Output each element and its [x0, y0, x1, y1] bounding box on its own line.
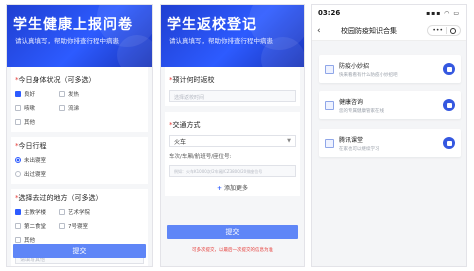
option-stayed-in[interactable]: 未出寝室	[15, 156, 59, 164]
page-title: 学生返校登记	[167, 17, 257, 33]
item-desc: 快来看看有什么防疫小妙招吧	[339, 72, 398, 78]
checkbox[interactable]	[15, 223, 21, 229]
open-button[interactable]	[443, 99, 455, 111]
warning-text: 可多次提交，以最后一次提交的信息为准	[192, 248, 273, 253]
option-fever[interactable]: 发热	[59, 90, 103, 98]
item-title: 腾讯课堂	[339, 136, 364, 144]
detail-label: 车次/车厢/航班号/座位号:	[169, 154, 232, 160]
list-item[interactable]: 健康咨询 您的专属健康管家在线	[319, 91, 461, 119]
close-target-icon[interactable]	[450, 27, 456, 34]
health-form-panel: 学生健康上报问卷 请认真填写，帮助你排查行程中病患 *今日身体状况（可多选） 良…	[6, 4, 153, 267]
question-title: *今日身体状况（可多选）	[15, 76, 96, 84]
class-icon	[325, 138, 334, 148]
option-dorm-7[interactable]: 7号寝室	[59, 222, 103, 230]
transport-field: *交通方式 火车 ▼ 车次/车厢/航班号/座位号: 例如：火车K1000次/2车…	[165, 112, 300, 196]
question-title: *今日行程	[15, 142, 47, 150]
capsule-divider	[446, 27, 447, 34]
option-runny-nose[interactable]: 流涕	[59, 104, 103, 112]
checkbox[interactable]	[15, 209, 21, 215]
return-form-header: 学生返校登记 请认真填写，帮助你排查行程中病患	[161, 5, 304, 67]
mini-program-panel: 03:26 ▪▪▪ ◠ ▭ ‹ 校园防疫知识合集 ••• 防疫小妙招 快来看看有…	[311, 4, 467, 267]
list-item[interactable]: 防疫小妙招 快来看看有什么防疫小妙招吧	[319, 55, 461, 83]
divider	[11, 132, 148, 137]
item-title: 防疫小妙招	[339, 62, 370, 70]
stop-icon	[446, 102, 452, 108]
nav-title: 校园防疫知识合集	[341, 26, 397, 35]
option-good[interactable]: 良好	[15, 90, 59, 98]
submit-button[interactable]: 提交	[13, 244, 146, 258]
question-title: *选择去过的地方（可多选）	[15, 194, 103, 202]
clock: 03:26	[318, 9, 341, 17]
plus-icon: +	[216, 185, 222, 192]
doc-icon	[325, 64, 334, 74]
header-decor	[117, 35, 152, 67]
page-subtitle: 请认真填写，帮助你排查行程中病患	[169, 37, 273, 45]
back-icon[interactable]: ‹	[317, 26, 331, 36]
item-desc: 在家也可以继续学习	[339, 146, 380, 152]
return-time-field: *预计何时返校 选择返校时间	[165, 67, 300, 106]
list-item[interactable]: 腾讯课堂 在家也可以继续学习	[319, 129, 461, 157]
option-main-building[interactable]: 主教学楼	[15, 208, 59, 216]
option-other-place[interactable]: 其他	[15, 236, 59, 244]
checkbox[interactable]	[15, 91, 21, 97]
transport-value: 火车	[174, 138, 187, 146]
radio[interactable]	[15, 171, 21, 177]
checkbox[interactable]	[15, 105, 21, 111]
stop-icon	[446, 140, 452, 146]
chat-icon	[325, 100, 334, 110]
item-title: 健康咨询	[339, 98, 364, 106]
add-more-button[interactable]: + 添加更多	[169, 183, 296, 192]
radio[interactable]	[15, 157, 21, 163]
option-cough[interactable]: 咳嗽	[15, 104, 59, 112]
return-form-panel: 学生返校登记 请认真填写，帮助你排查行程中病患 *预计何时返校 选择返校时间 *…	[160, 4, 305, 267]
question-title: *交通方式	[169, 121, 201, 129]
open-button[interactable]	[443, 137, 455, 149]
submit-button[interactable]: 提交	[167, 225, 298, 239]
option-art-school[interactable]: 艺术学院	[59, 208, 103, 216]
checkbox[interactable]	[15, 237, 21, 243]
open-button[interactable]	[443, 63, 455, 75]
chevron-down-icon: ▼	[287, 138, 291, 144]
page-title: 学生健康上报问卷	[13, 17, 133, 33]
system-icons: ▪▪▪ ◠ ▭	[426, 9, 460, 17]
divider	[11, 184, 148, 189]
checkbox[interactable]	[59, 105, 65, 111]
stop-icon	[446, 66, 452, 72]
checkbox[interactable]	[59, 91, 65, 97]
item-desc: 您的专属健康管家在线	[339, 108, 384, 114]
question-card: *今日身体状况（可多选） 良好 发热 咳嗽 流涕 其他 *今日行程 未出寝室 出…	[11, 67, 148, 266]
checkbox[interactable]	[59, 223, 65, 229]
more-icon[interactable]: •••	[432, 25, 443, 36]
transport-select[interactable]: 火车 ▼	[169, 135, 296, 147]
page-subtitle: 请认真填写，帮助你排查行程中病患	[15, 37, 119, 45]
nav-bar: ‹ 校园防疫知识合集 •••	[312, 21, 466, 41]
checkbox[interactable]	[59, 209, 65, 215]
status-bar: 03:26 ▪▪▪ ◠ ▭	[312, 5, 466, 21]
option-went-out[interactable]: 出过寝室	[15, 170, 59, 178]
checkbox[interactable]	[15, 119, 21, 125]
return-time-input[interactable]: 选择返校时间	[169, 90, 296, 102]
screenshot-root: 学生健康上报问卷 请认真填写，帮助你排查行程中病患 *今日身体状况（可多选） 良…	[0, 0, 474, 271]
capsule-menu[interactable]: •••	[427, 25, 461, 36]
option-other[interactable]: 其他	[15, 118, 59, 126]
option-canteen-2[interactable]: 第二食堂	[15, 222, 59, 230]
question-title: *预计何时返校	[169, 76, 215, 84]
health-form-header: 学生健康上报问卷 请认真填写，帮助你排查行程中病患	[7, 5, 152, 67]
detail-input[interactable]: 例如：火车K1000次/2车厢/CZ3800/20排座位号	[169, 165, 296, 177]
